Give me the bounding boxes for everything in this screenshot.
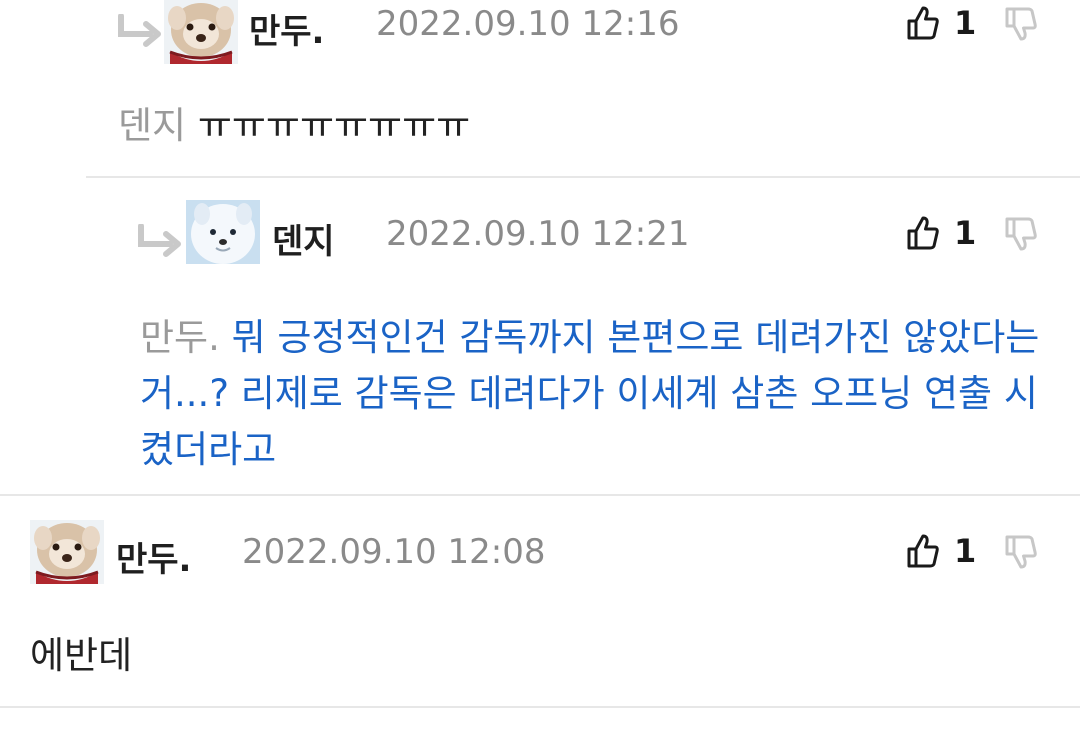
comment-date: 2022.09.10 12:21 xyxy=(386,214,690,254)
thumbs-up-icon xyxy=(907,534,939,568)
mention[interactable]: 만두. xyxy=(140,316,232,359)
nickname[interactable]: 덴지 xyxy=(272,214,335,263)
divider xyxy=(0,706,1080,708)
nickname[interactable]: 만두. xyxy=(249,4,324,53)
thumbs-down-icon[interactable] xyxy=(1004,5,1040,43)
comment-text: 뭐 긍정적인건 감독까지 본편으로 데려가진 않았다는거...? 리제로 감독은… xyxy=(140,316,1040,471)
like-button[interactable]: 1 xyxy=(906,213,976,253)
comment-thread: 만두. 2022.09.10 12:16 1 덴지 ㅠㅠㅠㅠㅠㅠㅠㅠ 덴지 20… xyxy=(0,0,1080,742)
like-button[interactable]: 1 xyxy=(906,531,976,571)
comment-item: 만두. 2022.09.10 12:08 1 에반데 xyxy=(0,496,1080,708)
comment-body: 덴지 ㅠㅠㅠㅠㅠㅠㅠㅠ xyxy=(118,98,1018,154)
thumbs-down-icon[interactable] xyxy=(1004,533,1040,571)
mention[interactable]: 덴지 xyxy=(118,104,198,147)
comment-text: 에반데 xyxy=(30,634,133,677)
comment-date: 2022.09.10 12:08 xyxy=(242,532,546,572)
reply-arrow-icon xyxy=(138,224,181,257)
comment-body: 만두. 뭐 긍정적인건 감독까지 본편으로 데려가진 않았다는거...? 리제로… xyxy=(140,310,1046,478)
comment-item: 만두. 2022.09.10 12:16 1 덴지 ㅠㅠㅠㅠㅠㅠㅠㅠ xyxy=(0,0,1080,178)
like-button[interactable]: 1 xyxy=(906,3,976,43)
like-count: 1 xyxy=(954,532,977,570)
thumbs-up-icon xyxy=(907,216,939,250)
thumbs-up-icon xyxy=(907,6,939,40)
reply-arrow-icon xyxy=(118,14,161,47)
avatar[interactable] xyxy=(164,0,238,64)
like-count: 1 xyxy=(954,4,977,42)
like-count: 1 xyxy=(954,214,977,252)
comment-body: 에반데 xyxy=(30,628,1030,684)
nickname[interactable]: 만두. xyxy=(116,532,191,581)
comment-date: 2022.09.10 12:16 xyxy=(376,4,680,44)
avatar[interactable] xyxy=(30,520,104,584)
avatar[interactable] xyxy=(186,200,260,264)
thumbs-down-icon[interactable] xyxy=(1004,215,1040,253)
comment-item: 덴지 2022.09.10 12:21 1 만두. 뭐 긍정적인건 감독까지 본… xyxy=(0,178,1080,496)
comment-text: ㅠㅠㅠㅠㅠㅠㅠㅠ xyxy=(197,104,471,147)
